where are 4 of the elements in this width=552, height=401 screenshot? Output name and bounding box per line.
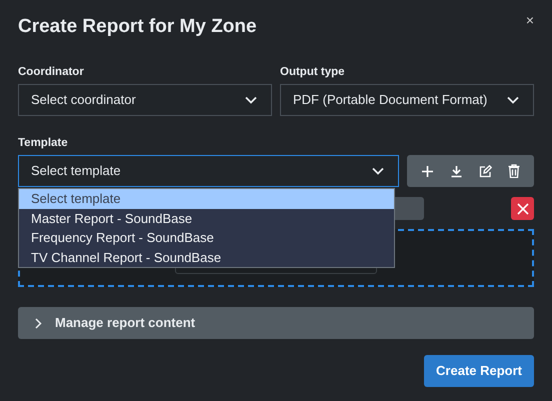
field-label: Output type — [280, 64, 346, 80]
field-label: Coordinator — [18, 64, 85, 80]
field-label: Template — [18, 136, 69, 151]
dialog-title: Create Report for My Zone — [18, 15, 257, 39]
